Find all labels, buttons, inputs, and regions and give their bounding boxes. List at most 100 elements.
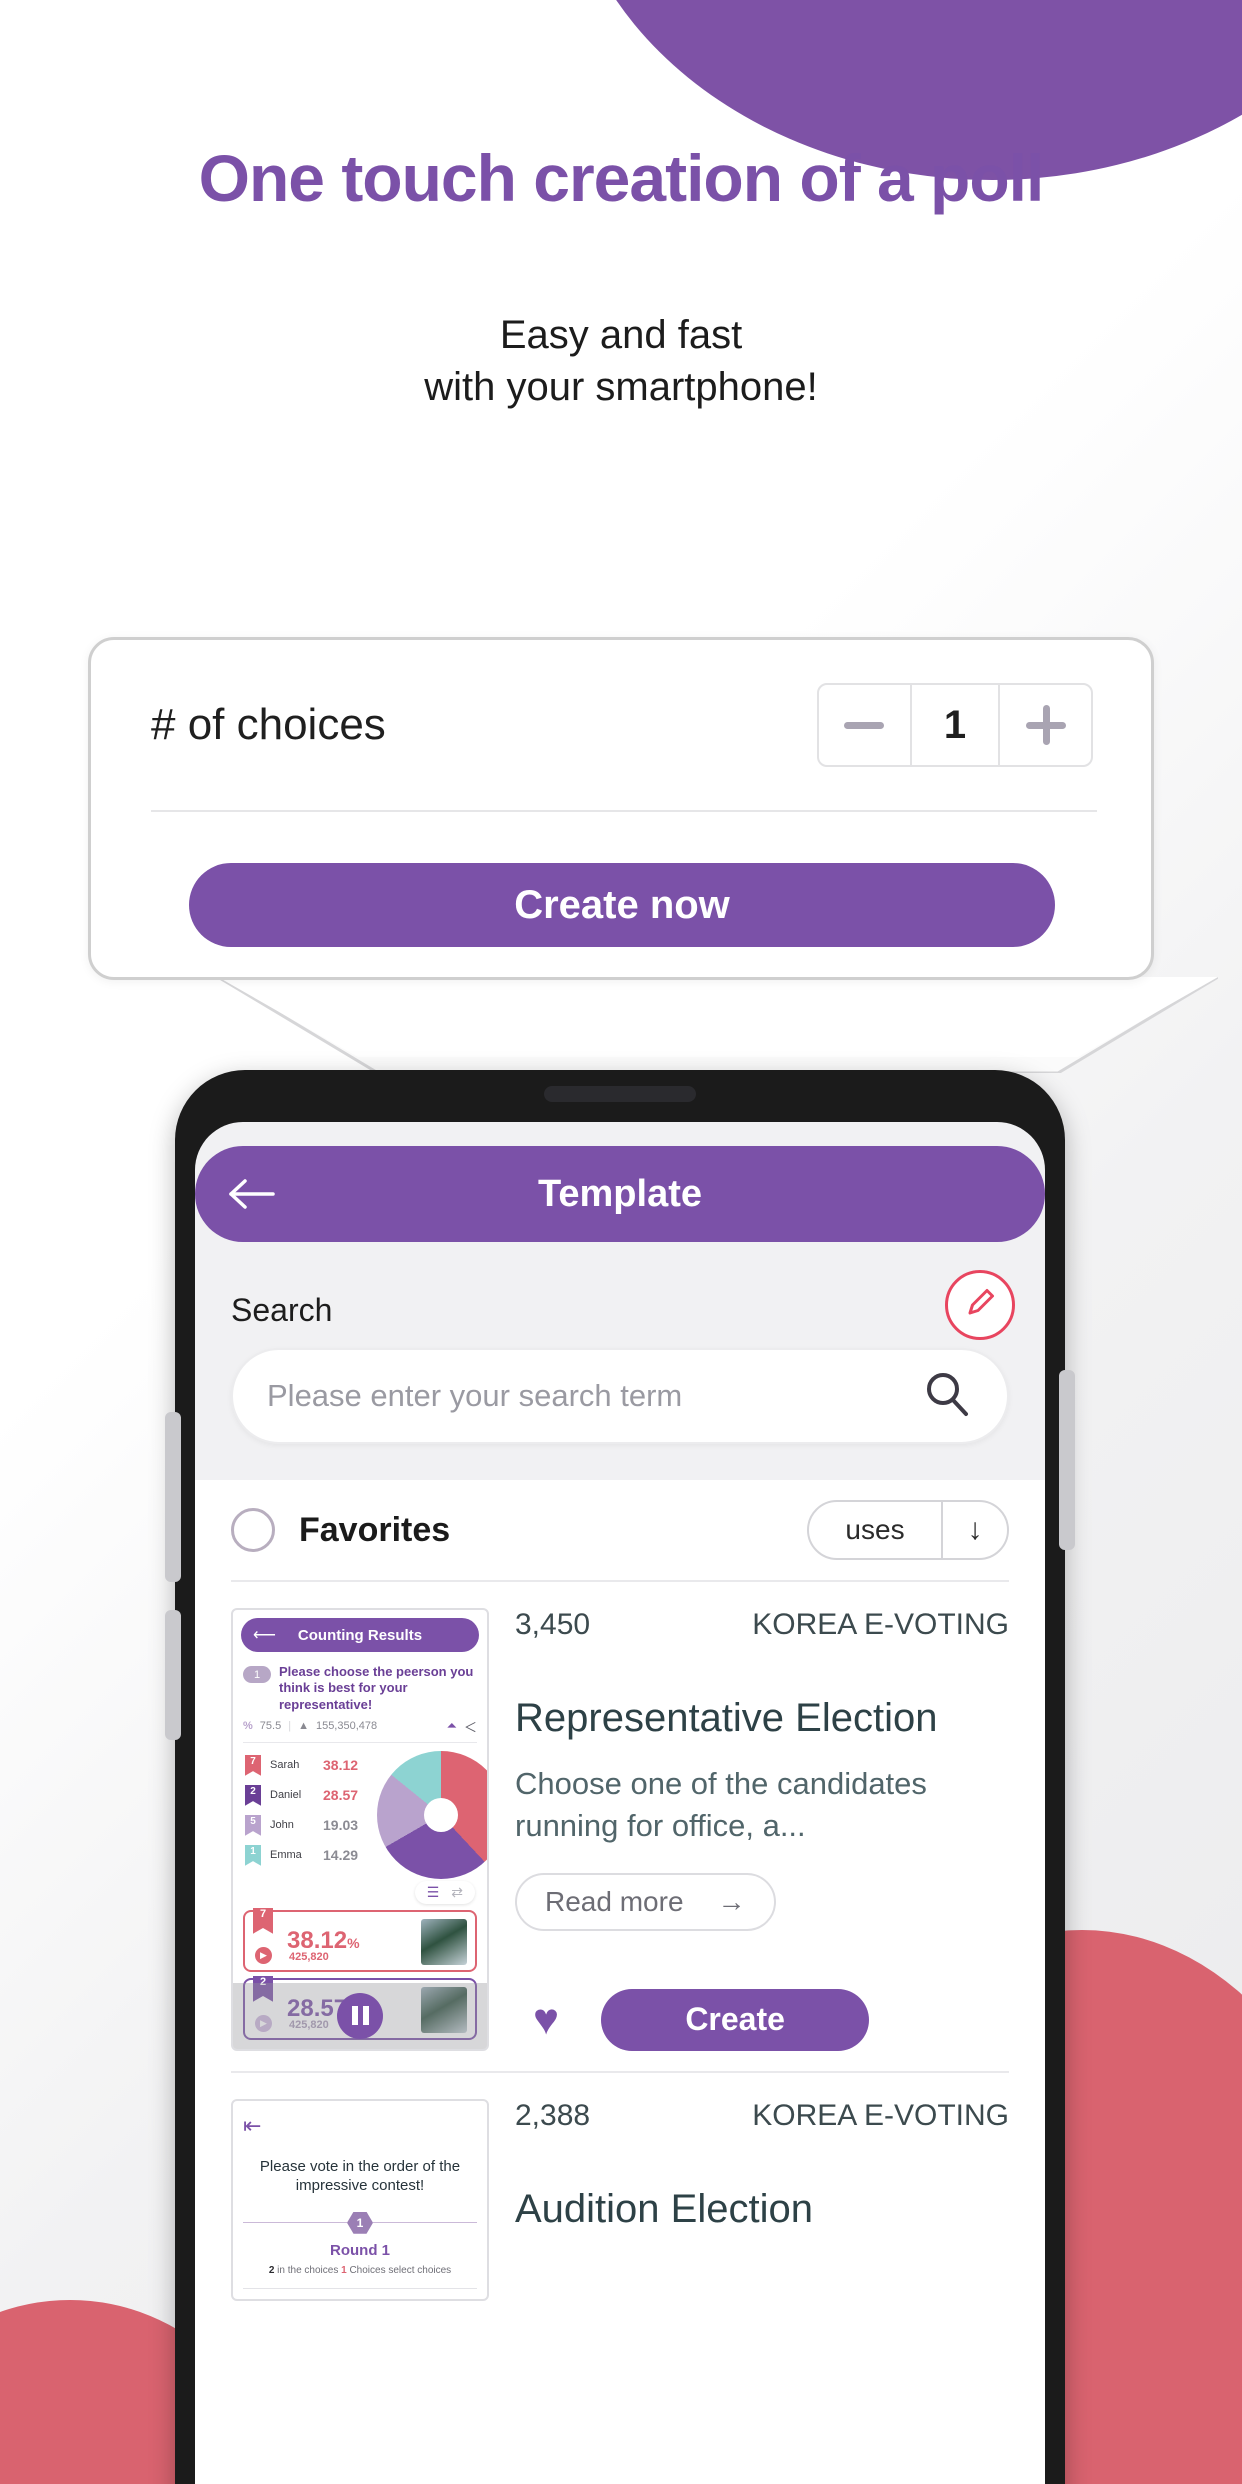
template-uses: 2,388	[515, 2098, 591, 2132]
list-item: 5 John 19.03	[245, 1814, 359, 1836]
search-section-label: Search	[231, 1292, 333, 1328]
template-row[interactable]: ⟵ Counting Results 1 Please choose the p…	[195, 1582, 1045, 2071]
candidate-name: Sarah	[270, 1759, 300, 1772]
template-uses: 3,450	[515, 1608, 591, 1641]
candidate-value: 28.57	[323, 1787, 359, 1804]
people-icon: ▲	[298, 1720, 309, 1733]
round-indicator: 1	[243, 2211, 477, 2234]
template-title: Representative Election	[515, 1696, 938, 1740]
rule-suffix: Choices select choices	[346, 2264, 452, 2276]
subtitle-line-1: Easy and fast	[499, 313, 743, 357]
create-now-button[interactable]: Create now	[189, 863, 1055, 947]
rule-mid: in the choices	[274, 2264, 342, 2276]
search-bar[interactable]	[231, 1348, 1009, 1444]
candidate-value: 19.03	[323, 1817, 359, 1834]
share-icon: ＜	[463, 1719, 477, 1735]
create-button[interactable]: Create	[601, 1988, 870, 2051]
template-row[interactable]: ⇤ Please vote in the order of the impres…	[195, 2073, 1045, 2321]
pie-chart	[377, 1750, 487, 1879]
candidate-name: Emma	[270, 1849, 302, 1862]
template-provider: KOREA E-VOTING	[752, 1608, 1009, 1641]
thumbnail-question-block: 1 Please choose the peerson you think is…	[233, 1660, 487, 1713]
percent-symbol: %	[243, 1720, 253, 1733]
phone-volume-up-button[interactable]	[165, 1412, 181, 1582]
rank-flag: 5	[245, 1814, 261, 1836]
list-view-icon: ☰	[426, 1883, 440, 1900]
phone-power-button[interactable]	[1059, 1370, 1075, 1550]
heart-icon[interactable]: ♥	[533, 1997, 559, 2042]
thumbnail-appbar: ⟵ Counting Results	[241, 1618, 479, 1652]
favorites-label: Favorites	[299, 1510, 451, 1549]
stepper-value[interactable]: 1	[909, 685, 1001, 765]
template-info: 2,388 KOREA E-VOTING Audition Election	[515, 2099, 1009, 2301]
page-root: One touch creation of a poll Easy and fa…	[0, 0, 1242, 2484]
toolbar-group: ☰ ⇄	[414, 1880, 475, 1904]
result-card: 7 ▶ 38.12% 425,820	[243, 1907, 477, 1972]
template-thumbnail[interactable]: ⇤ Please vote in the order of the impres…	[231, 2098, 489, 2301]
results-chart: 7 Sarah 38.12 2 Daniel 28.57 5 John 19.0…	[233, 1743, 487, 1879]
template-meta: 2,388 KOREA E-VOTING	[515, 2099, 1009, 2133]
chart-legend: 7 Sarah 38.12 2 Daniel 28.57 5 John 19.0…	[245, 1754, 359, 1875]
candidate-value: 38.12	[323, 1757, 359, 1774]
thumbnail-appbar-title: Counting Results	[297, 1626, 423, 1644]
round-label: Round 1	[330, 2241, 390, 2259]
thumbnail-toolbar: ☰ ⇄	[233, 1875, 487, 1904]
list-item: 2 Daniel 28.57	[245, 1784, 359, 1806]
thumbnail-stats: % 75.5 | ▲ 155,350,478 ⏶ ＜	[233, 1713, 487, 1740]
search-input[interactable]	[267, 1378, 921, 1414]
back-arrow-icon[interactable]	[225, 1176, 281, 1212]
candidate-value: 14.29	[323, 1847, 359, 1864]
sort-control[interactable]: uses ↓	[807, 1500, 1009, 1560]
chart-icon: ⏶	[446, 1718, 457, 1734]
stats-separator: |	[288, 1720, 292, 1733]
exit-icon: ⇤	[243, 2112, 262, 2138]
playback-overlay	[233, 1982, 487, 2049]
result-percent: 38.12%	[287, 1926, 360, 1954]
round-line-right	[373, 2222, 477, 2224]
create-poll-card: # of choices 1 Create now	[88, 637, 1154, 980]
choices-row: # of choices 1	[91, 640, 1151, 810]
list-item: 1 Emma 14.29	[245, 1844, 359, 1866]
choices-label: # of choices	[151, 700, 386, 749]
search-icon[interactable]	[921, 1368, 973, 1425]
thumbnail-divider	[243, 2287, 477, 2289]
template-thumbnail[interactable]: ⟵ Counting Results 1 Please choose the p…	[231, 1608, 489, 2051]
pencil-icon	[961, 1284, 999, 1327]
rank-flag: 7	[253, 1907, 273, 1934]
popup-tail	[218, 977, 1218, 1073]
stepper-increment-button[interactable]	[1000, 685, 1091, 765]
quantity-stepper[interactable]: 1	[817, 683, 1093, 767]
question-number-badge: 1	[243, 1666, 271, 1683]
arrow-right-icon: →	[717, 1885, 746, 1917]
card-divider	[151, 810, 1097, 812]
edit-button[interactable]	[945, 1270, 1015, 1340]
phone-screen: Template Search Please enter your search…	[195, 1122, 1045, 2484]
template-description: Choose one of the candidates running for…	[515, 1766, 927, 1843]
sort-label[interactable]: uses	[809, 1502, 941, 1558]
pause-icon[interactable]	[337, 1992, 383, 2039]
result-count: 425,820	[289, 1950, 329, 1963]
question-text: Please choose the peerson you think is b…	[279, 1664, 474, 1712]
phone-mockup: Template Search Please enter your search…	[165, 1070, 1075, 2484]
page-title: One touch creation of a poll	[198, 141, 1045, 215]
plus-icon	[1025, 705, 1066, 745]
app-bar: Template	[195, 1146, 1045, 1242]
phone-speaker	[544, 1086, 696, 1102]
favorites-checkbox[interactable]	[231, 1508, 275, 1552]
rank-flag: 1	[245, 1844, 261, 1866]
candidate-photo	[421, 1918, 467, 1965]
template-title: Audition Election	[515, 2186, 813, 2231]
phone-volume-down-button[interactable]	[165, 1610, 181, 1740]
favorites-filter-row: Favorites uses ↓	[195, 1480, 1045, 1580]
sort-direction-icon[interactable]: ↓	[941, 1502, 1007, 1558]
stepper-decrement-button[interactable]	[819, 685, 910, 765]
list-item: 7 Sarah 38.12	[245, 1754, 359, 1776]
refresh-icon: ⇄	[451, 1883, 463, 1900]
percent-value: 75.5	[259, 1720, 282, 1733]
vote-count: 155,350,478	[315, 1720, 378, 1733]
round-rule: 2 in the choices 1 Choices select choice…	[243, 2265, 477, 2276]
subtitle-line-2: with your smartphone!	[424, 365, 818, 409]
round-line-left	[243, 2222, 347, 2224]
rank-flag: 2	[245, 1784, 261, 1806]
read-more-button[interactable]: Read more →	[515, 1872, 776, 1931]
